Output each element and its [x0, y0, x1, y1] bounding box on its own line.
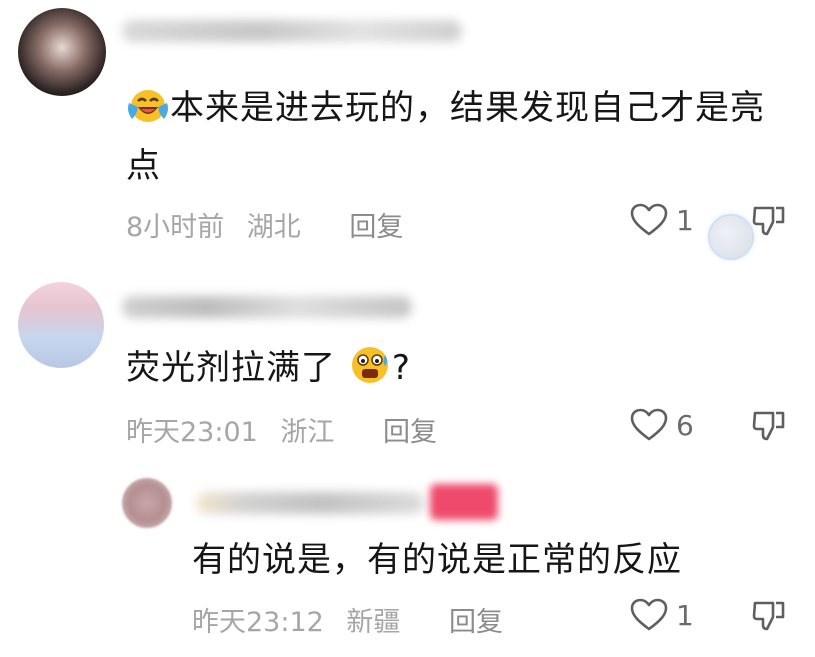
comment-text: 荧光剂拉满了 ? [126, 342, 411, 400]
like-count: 1 [676, 598, 694, 632]
comment-text: 有的说是，有的说是正常的反应 [192, 540, 682, 580]
reply-button[interactable]: 回复 [349, 205, 403, 244]
heart-icon [630, 598, 668, 631]
like-button[interactable]: 6 [630, 408, 694, 442]
heart-icon [630, 408, 668, 441]
reply-button[interactable]: 回复 [383, 410, 437, 449]
screaming-face-emoji [348, 343, 392, 400]
comment-meta: 昨天23:12 新疆 回复 [192, 600, 503, 639]
like-button[interactable]: 1 [630, 598, 694, 632]
comment-text: 本来是进去玩的，结果发现自己才是亮 点 [126, 82, 806, 192]
timestamp: 昨天23:12 [192, 607, 324, 638]
timestamp: 8小时前 [126, 212, 225, 243]
comment-text-line2: 点 [126, 146, 161, 186]
dislike-icon[interactable] [752, 409, 786, 443]
username-blurred[interactable] [196, 492, 424, 514]
reply-button[interactable]: 回复 [449, 600, 503, 639]
comment-1: 本来是进去玩的，结果发现自己才是亮 点 8小时前 湖北 回复 1 [0, 0, 815, 270]
avatar[interactable] [18, 8, 106, 96]
like-count: 6 [676, 408, 694, 442]
touch-indicator [710, 216, 752, 258]
timestamp: 昨天23:01 [126, 417, 258, 448]
dislike-icon[interactable] [752, 204, 786, 238]
comment-meta: 8小时前 湖北 回复 [126, 205, 403, 244]
location: 新疆 [346, 607, 401, 638]
avatar[interactable] [18, 282, 104, 368]
like-count: 1 [676, 203, 694, 237]
laughing-crying-emoji [126, 85, 170, 140]
question-mark: ? [391, 348, 411, 388]
dislike-icon[interactable] [752, 599, 786, 633]
like-button[interactable]: 1 [630, 203, 694, 237]
location: 浙江 [280, 417, 335, 448]
username-blurred[interactable] [122, 20, 462, 42]
comment-meta: 昨天23:01 浙江 回复 [126, 410, 437, 449]
username-blurred[interactable] [122, 296, 412, 318]
heart-icon [630, 203, 668, 236]
comment-2: 荧光剂拉满了 ? 昨天23:01 浙江 回复 6 [0, 270, 815, 470]
comment-text-line1: 本来是进去玩的，结果发现自己才是亮 [170, 88, 765, 128]
location: 湖北 [246, 212, 301, 243]
avatar[interactable] [122, 478, 172, 528]
comment-3-reply: 有的说是，有的说是正常的反应 昨天23:12 新疆 回复 1 [0, 470, 815, 657]
author-badge [430, 484, 498, 520]
